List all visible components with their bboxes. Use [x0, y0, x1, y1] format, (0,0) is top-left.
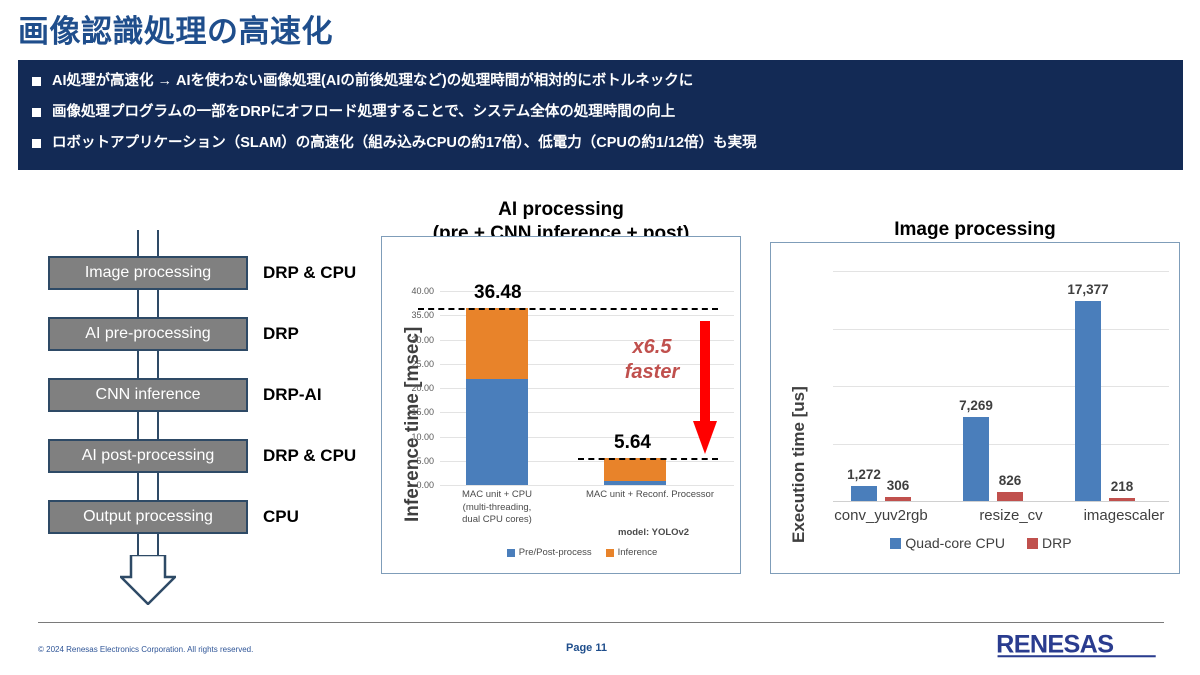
flow-step-engine: DRP	[263, 324, 299, 343]
renesas-logo: RENESAS	[996, 631, 1156, 659]
ip-bar	[1075, 301, 1101, 501]
flow-step-engine: CPU	[263, 507, 299, 526]
y-tick-label: 30.00	[411, 334, 434, 345]
flow-step-label: Image processing	[84, 264, 212, 281]
model-note: model: YOLOv2	[618, 527, 690, 538]
ai-chart-title-line1: AI processing	[498, 199, 624, 220]
y-tick-label: 25.00	[411, 358, 434, 369]
ip-bar	[1109, 498, 1135, 501]
ai-reference-line-high	[418, 308, 718, 311]
legend-label: Quad-core CPU	[905, 535, 1006, 551]
legend-swatch-icon	[1027, 537, 1039, 549]
legend-label: Pre/Post-process	[518, 547, 592, 558]
flow-step-engine: DRP & CPU	[263, 446, 357, 465]
legend-swatch-icon	[890, 537, 902, 549]
ip-chart-ylabel: Execution time [us]	[789, 386, 808, 543]
page-number: Page 11	[566, 642, 607, 654]
speedup-line2: faster	[624, 361, 680, 383]
ip-value-label: 7,269	[959, 398, 993, 414]
ai-reference-line-low	[578, 457, 718, 460]
page-title: 画像認識処理の高速化	[18, 14, 333, 49]
legend-item-inference[interactable]: Inference	[605, 547, 658, 558]
ai-processing-chart: Inference time [msec] 40.00 35.00 30.00 25.…	[381, 236, 741, 574]
ai-bar-prepost-1	[466, 378, 528, 485]
gridline	[833, 443, 1169, 445]
x-axis-line	[833, 501, 1169, 502]
y-tick-label: 35.00	[411, 310, 434, 321]
ai-bar-prepost-2	[604, 480, 666, 485]
ai-cat2-line1: MAC unit + Reconf. Processor	[585, 489, 715, 500]
y-tick-label: 10.00	[411, 431, 434, 442]
speedup-line1: x6.5	[632, 336, 672, 358]
gridline	[833, 386, 1169, 387]
bullet-text: AI処理が高速化 → AIを使わない画像処理(AIの前後処理など)の処理時間が相…	[52, 73, 694, 89]
square-bullet-icon	[32, 139, 41, 148]
ip-value-label: 17,377	[1067, 282, 1109, 298]
ai-chart-ylabel: Inference time [msec]	[402, 326, 423, 522]
image-processing-chart: Execution time [us] 1,272 306 7,269 826 17,3…	[770, 242, 1180, 574]
square-bullet-icon	[32, 77, 41, 86]
gridline	[440, 485, 734, 486]
flow-step-label: AI pre-processing	[85, 325, 211, 342]
key-points-banner: AI処理が高速化 → AIを使わない画像処理(AIの前後処理など)の処理時間が相…	[18, 60, 1183, 170]
processing-pipeline-diagram: Image processing DRP & CPU AI pre-proces…	[20, 230, 360, 605]
ai-cat1-line1: MAC unit + CPU	[462, 489, 532, 500]
bullet-text: ロボットアプリケーション（SLAM）の高速化（組み込みCPUの約17倍）、低電力…	[52, 135, 757, 151]
ip-bar	[963, 417, 989, 501]
ai-bar-inference-1	[466, 308, 528, 379]
flow-step-box[interactable]: CNN inference	[48, 378, 248, 412]
image-processing-chart-title: Image processing	[894, 219, 1056, 240]
legend-item-quad-core-cpu[interactable]: Quad-core CPU	[890, 535, 1005, 551]
ip-value-label: 218	[1110, 479, 1134, 495]
footer-divider	[38, 622, 1164, 623]
flow-step-label: Output processing	[83, 508, 213, 525]
svg-text:RENESAS: RENESAS	[996, 631, 1113, 659]
gridline	[833, 271, 1169, 272]
y-tick-label: 5.00	[416, 455, 434, 466]
ip-chart-legend: Quad-core CPU DRP	[856, 535, 1106, 551]
ai-cat1-line3: dual CPU cores)	[462, 514, 532, 525]
bullet-item: AI処理が高速化 → AIを使わない画像処理(AIの前後処理など)の処理時間が相…	[32, 70, 1183, 94]
ip-category-label: imagescaler	[1083, 507, 1165, 524]
flow-step-engine: DRP-AI	[263, 385, 322, 404]
flow-step-box[interactable]: AI pre-processing	[48, 317, 248, 351]
ip-value-label: 306	[886, 478, 910, 494]
ip-value-label: 826	[998, 472, 1022, 488]
y-tick-label: 15.00	[411, 407, 434, 418]
legend-label: DRP	[1042, 535, 1072, 551]
legend-swatch-icon	[605, 548, 614, 557]
legend-label: Inference	[617, 547, 658, 558]
legend-swatch-icon	[506, 548, 515, 557]
legend-item-drp[interactable]: DRP	[1027, 535, 1072, 551]
flow-step-label: AI post-processing	[81, 447, 215, 464]
ip-bar	[885, 497, 911, 501]
gridline	[833, 328, 1169, 330]
ai-cat1-line2: (multi-threading,	[462, 501, 532, 513]
square-bullet-icon	[32, 108, 41, 117]
ip-category-label: conv_yuv2rgb	[834, 507, 928, 524]
legend-item-prepost[interactable]: Pre/Post-process	[506, 547, 592, 558]
bullet-item: 画像処理プログラムの一部をDRPにオフロード処理することで、システム全体の処理時…	[32, 101, 1183, 125]
ai-bar-inference-2	[604, 457, 666, 481]
flow-down-arrow-icon	[120, 555, 176, 605]
copyright-text: © 2024 Renesas Electronics Corporation. …	[38, 645, 254, 654]
flow-step-engine: DRP & CPU	[263, 263, 357, 282]
ai-category-label-1: MAC unit + CPU (multi-threading, dual CP…	[432, 489, 562, 527]
ai-category-label-2: MAC unit + Reconf. Processor	[564, 489, 736, 502]
ai-total-label-2: 5.64	[614, 431, 651, 453]
ai-chart-legend: Pre/Post-process Inference	[442, 547, 722, 558]
y-tick-label: 0.00	[416, 480, 434, 490]
flow-step-box[interactable]: Output processing	[48, 500, 248, 534]
ip-bar	[997, 491, 1023, 501]
bullet-item: ロボットアプリケーション（SLAM）の高速化（組み込みCPUの約17倍）、低電力…	[32, 132, 1183, 156]
y-tick-label: 20.00	[411, 383, 434, 393]
speedup-annotation: x6.5 faster	[607, 335, 697, 385]
flow-step-box[interactable]: Image processing	[48, 256, 248, 290]
ai-total-label-1: 36.48	[474, 282, 522, 304]
flow-step-label: CNN inference	[95, 386, 201, 403]
flow-step-box[interactable]: AI post-processing	[48, 439, 248, 473]
y-tick-label: 40.00	[411, 286, 434, 296]
bullet-text: 画像処理プログラムの一部をDRPにオフロード処理することで、システム全体の処理時…	[52, 104, 676, 120]
